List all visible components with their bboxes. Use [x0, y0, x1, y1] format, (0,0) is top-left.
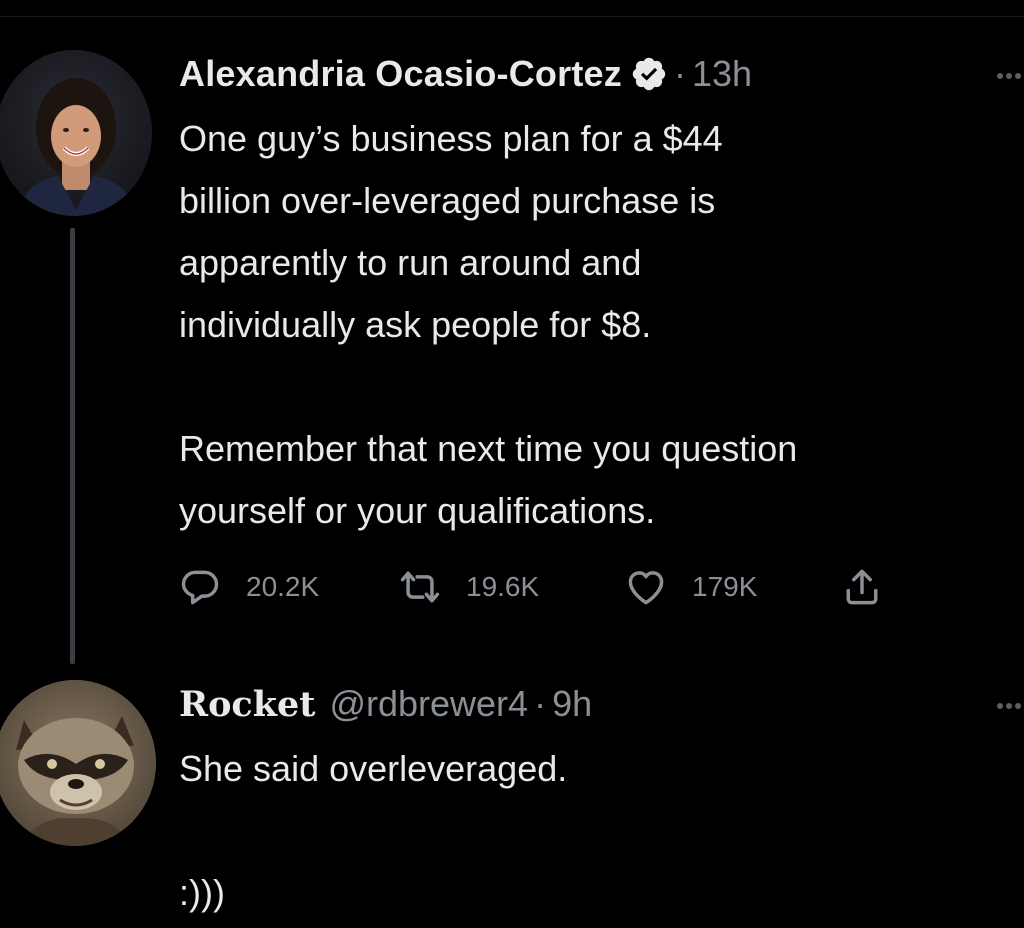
reply-header-separator: · — [534, 683, 547, 724]
share-icon — [846, 569, 878, 605]
retweet-icon — [400, 571, 440, 603]
header-separator: · — [673, 53, 686, 94]
reply-count: 20.2K — [246, 571, 320, 602]
reply-author-avatar[interactable] — [0, 680, 156, 846]
thread-connector-line — [70, 228, 75, 664]
reply-tweet-header: Rocket @rdbrewer4 · 9h — [179, 678, 592, 730]
reply-author-handle[interactable]: @rdbrewer4 — [329, 683, 528, 725]
reply-tweet-text: She said overleveraged. :))) — [179, 748, 568, 913]
retweet-button[interactable]: 19.6K — [398, 565, 539, 609]
verified-badge-icon — [630, 55, 668, 93]
reply-bubble-icon — [181, 570, 219, 605]
tweet-text: One guy’s business plan for a $44 billio… — [179, 118, 798, 531]
reply-author-name[interactable]: Rocket — [179, 684, 315, 725]
heart-icon — [628, 571, 664, 605]
reply-author-avatar-image — [0, 680, 156, 846]
tweet-timestamp[interactable]: 13h — [692, 53, 752, 95]
like-count: 179K — [692, 571, 758, 602]
reply-timestamp[interactable]: 9h — [552, 683, 592, 725]
tweet-action-bar: 20.2K 19.6K 179K — [178, 565, 898, 609]
retweet-count: 19.6K — [466, 571, 540, 602]
author-name[interactable]: Alexandria Ocasio-Cortez — [179, 53, 622, 95]
author-avatar[interactable] — [0, 50, 152, 216]
share-button[interactable] — [840, 565, 884, 609]
tweet-header: Alexandria Ocasio-Cortez · 13h — [179, 48, 752, 100]
like-button[interactable]: 179K — [624, 565, 757, 609]
more-options-icon[interactable] — [996, 68, 1022, 79]
reply-button[interactable]: 20.2K — [178, 565, 319, 609]
author-avatar-image — [0, 50, 152, 216]
top-divider — [0, 0, 1024, 17]
reply-more-options-icon[interactable] — [996, 698, 1022, 709]
